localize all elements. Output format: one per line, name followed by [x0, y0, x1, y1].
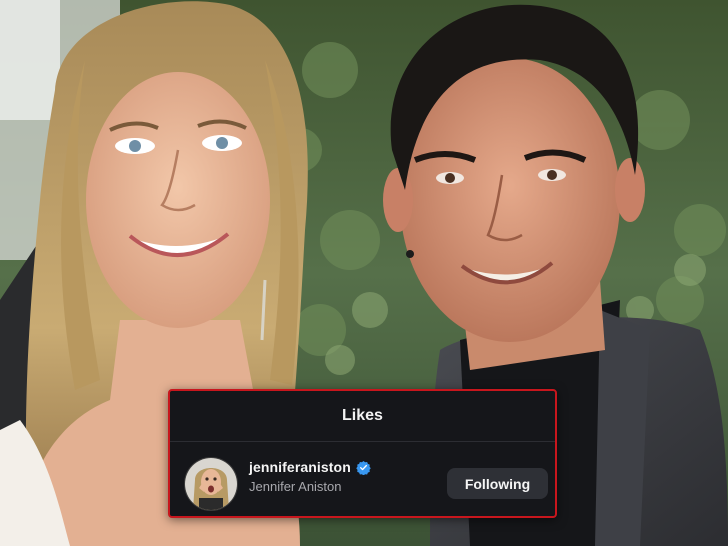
verified-badge-icon: [356, 460, 371, 475]
user-info: jenniferaniston Jennifer Aniston: [249, 459, 371, 494]
likes-header: Likes: [170, 391, 555, 442]
full-name: Jennifer Aniston: [249, 479, 342, 494]
username[interactable]: jenniferaniston: [249, 459, 351, 475]
likes-card: Likes jenniferaniston Jennifer Aniston F…: [168, 389, 557, 518]
likes-title: Likes: [342, 407, 383, 424]
username-line: jenniferaniston: [249, 459, 371, 475]
list-item[interactable]: jenniferaniston Jennifer Aniston Followi…: [170, 453, 555, 511]
avatar[interactable]: [184, 457, 238, 511]
composite-photo: Likes jenniferaniston Jennifer Aniston F…: [0, 0, 728, 546]
avatar-image: [185, 458, 237, 510]
following-button[interactable]: Following: [447, 468, 548, 499]
